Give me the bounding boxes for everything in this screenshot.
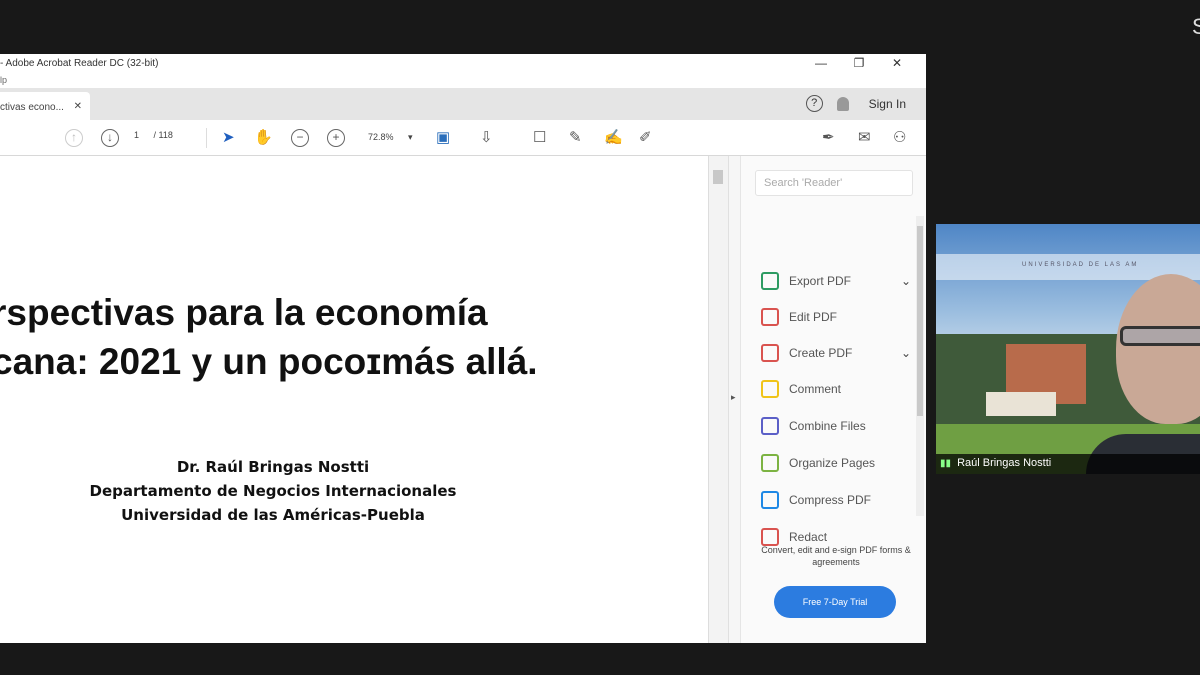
zoom-value: 72.8% <box>368 132 394 142</box>
promo-text: Convert, edit and e-sign PDF forms & agr… <box>761 545 911 567</box>
help-icon[interactable]: ? <box>805 95 823 112</box>
tool-label: Comment <box>789 382 842 396</box>
tool-label: Combine Files <box>789 419 866 433</box>
close-tab-icon[interactable]: ✕ <box>74 101 82 112</box>
tool-label: Compress PDF <box>789 493 872 507</box>
tool-label: Edit PDF <box>789 310 838 324</box>
menu-item-help[interactable]: lp <box>0 75 7 85</box>
author-department: Departamento de Negocios Internacionales <box>89 482 457 500</box>
page-number-field[interactable]: 1 / 118 <box>134 130 173 140</box>
hand-tool-icon[interactable]: ✋ <box>254 127 273 149</box>
free-trial-button[interactable]: Free 7-Day Trial <box>774 586 896 618</box>
highlight-tool-icon[interactable]: ✎ <box>569 127 582 149</box>
tools-pane-scrollbar[interactable] <box>916 216 924 516</box>
corner-glyph: S <box>1192 14 1200 39</box>
speaker-figure <box>1086 244 1200 474</box>
acrobat-window: - Adobe Acrobat Reader DC (32-bit) — ❐ ✕… <box>0 54 926 643</box>
chevron-down-icon[interactable]: ⌄ <box>901 346 911 360</box>
zoom-out-icon[interactable]: − <box>291 129 309 147</box>
tool-label: Organize Pages <box>789 456 876 470</box>
create-pdf-icon <box>761 344 779 362</box>
zoom-dropdown[interactable]: 72.8% ▾ <box>368 132 413 143</box>
chevron-right-icon: ▸ <box>731 392 736 402</box>
video-building-low <box>986 392 1056 416</box>
participant-video[interactable]: UNIVERSIDAD DE LAS AM ▮▮ Raúl Bringas No… <box>936 224 1200 474</box>
restore-button[interactable]: ❐ <box>840 54 878 74</box>
comment-icon <box>761 380 779 398</box>
slide-title-line-1: rspectivas para la economía <box>0 292 488 333</box>
share-user-icon[interactable]: ⚇ <box>893 127 906 149</box>
page-fit-icon[interactable]: ▣ <box>436 127 450 149</box>
account-area: ? Sign In <box>805 95 912 112</box>
speaker-glasses <box>1120 326 1200 346</box>
document-page[interactable]: rspectivas para la economía cana: 2021 y… <box>0 156 708 643</box>
total-pages: / 118 <box>153 130 173 140</box>
tools-pane: Search 'Reader' Export PDF ⌄ Edit PDF Creat… <box>740 156 926 643</box>
edit-pdf-icon <box>761 308 779 326</box>
tool-combine-files[interactable]: Combine Files <box>761 414 911 438</box>
compress-pdf-icon <box>761 491 779 509</box>
document-tab[interactable]: ctivas econo... ✕ <box>0 92 90 120</box>
author-name: Dr. Raúl Bringas Nostti <box>176 458 370 476</box>
scrollbar-thumb[interactable] <box>713 170 723 184</box>
tool-compress-pdf[interactable]: Compress PDF <box>761 488 911 512</box>
main-toolbar: ↑ ↓ 1 / 118 ➤ ✋ − + 72.8% ▾ ▣ ⇩ ☐ ✎ ✍ ✐ … <box>0 120 926 156</box>
tool-comment[interactable]: Comment <box>761 377 911 401</box>
tool-organize-pages[interactable]: Organize Pages <box>761 451 911 475</box>
speaker-head <box>1116 274 1200 424</box>
tool-create-pdf[interactable]: Create PDF ⌄ <box>761 341 911 365</box>
slide-title-line-2: cana: 2021 y un pocoɪmás allá. <box>0 341 538 382</box>
title-bar: - Adobe Acrobat Reader DC (32-bit) — ❐ ✕ <box>0 54 926 74</box>
participant-name: Raúl Bringas Nostti <box>957 457 1052 469</box>
zoom-chevron-icon: ▾ <box>408 132 413 142</box>
chevron-down-icon[interactable]: ⌄ <box>901 274 911 288</box>
tool-export-pdf[interactable]: Export PDF ⌄ <box>761 269 911 293</box>
sign-document-icon[interactable]: ✒ <box>822 127 835 149</box>
zoom-in-icon[interactable]: + <box>327 129 345 147</box>
tools-search-input[interactable]: Search 'Reader' <box>755 170 913 196</box>
author-university: Universidad de las Américas-Puebla <box>121 506 425 524</box>
menu-bar: lp <box>0 74 926 88</box>
scrolling-mode-icon[interactable]: ⇩ <box>480 127 493 149</box>
email-icon[interactable]: ✉ <box>858 127 871 149</box>
screen: S - Adobe Acrobat Reader DC (32-bit) — ❐… <box>0 0 1200 675</box>
toolbar-divider <box>206 128 207 148</box>
document-scrollbar[interactable] <box>708 156 728 643</box>
close-window-button[interactable]: ✕ <box>878 54 916 74</box>
draw-tool-icon[interactable]: ✍ <box>604 127 623 149</box>
tools-pane-scroll-thumb[interactable] <box>917 226 923 416</box>
notification-bell-icon[interactable] <box>836 96 849 111</box>
tool-label: Export PDF <box>789 274 852 288</box>
sign-in-button[interactable]: Sign In <box>863 97 912 111</box>
document-tab-label: ctivas econo... <box>0 102 64 113</box>
signal-strength-icon: ▮▮ <box>940 458 952 469</box>
export-pdf-icon <box>761 272 779 290</box>
tool-label: Create PDF <box>789 346 853 360</box>
combine-files-icon <box>761 417 779 435</box>
participant-name-tag: ▮▮ Raúl Bringas Nostti <box>936 454 1200 474</box>
organize-pages-icon <box>761 454 779 472</box>
select-cursor-icon[interactable]: ➤ <box>222 127 235 149</box>
tab-bar: ctivas econo... ✕ ? Sign In <box>0 88 926 120</box>
tool-label: Redact <box>789 530 828 544</box>
previous-page-icon[interactable]: ↑ <box>65 129 83 147</box>
pane-collapse-handle[interactable]: ▸ <box>728 156 740 643</box>
window-title: - Adobe Acrobat Reader DC (32-bit) <box>0 58 159 69</box>
minimize-button[interactable]: — <box>802 54 840 74</box>
comment-tool-icon[interactable]: ☐ <box>533 127 546 149</box>
next-page-icon[interactable]: ↓ <box>101 129 119 147</box>
tool-edit-pdf[interactable]: Edit PDF <box>761 305 911 329</box>
fill-sign-icon[interactable]: ✐ <box>639 127 652 149</box>
window-controls: — ❐ ✕ <box>802 54 916 74</box>
current-page: 1 <box>134 130 140 140</box>
